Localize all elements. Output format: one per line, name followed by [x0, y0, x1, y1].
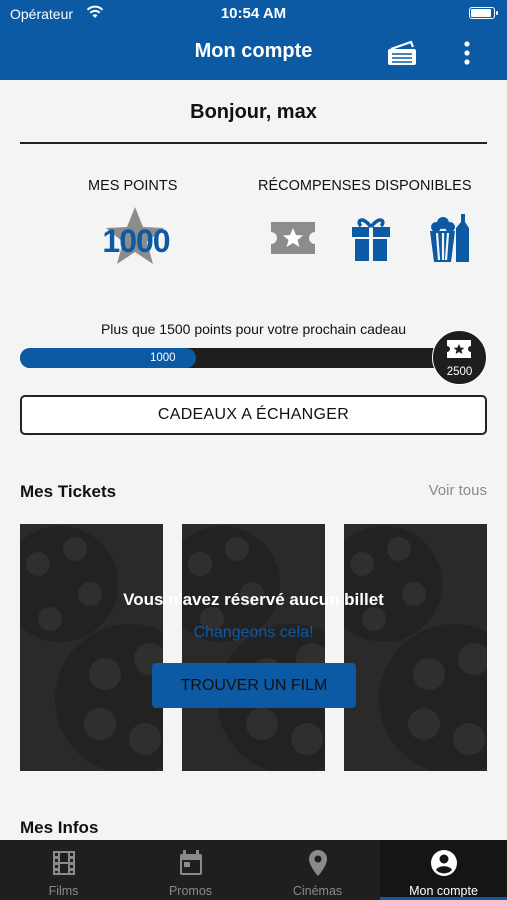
film-reel-background	[182, 526, 325, 771]
battery-icon	[469, 7, 498, 19]
points-value: 1000	[102, 223, 170, 259]
no-tickets-subtitle: Changeons cela!	[193, 624, 314, 641]
infos-section-title: Mes Infos	[20, 818, 99, 837]
status-time: 10:54 AM	[220, 5, 287, 22]
ticket-placeholder-card	[20, 524, 163, 771]
tab-label: Promos	[168, 884, 213, 898]
find-film-button[interactable]: TROUVER UN FILM	[152, 663, 356, 708]
progress-caption: Plus que 1500 points pour votre prochain…	[100, 321, 407, 337]
rewards-label: RÉCOMPENSES DISPONIBLES	[258, 178, 472, 194]
exchange-gifts-button[interactable]: CADEAUX A ÉCHANGER	[20, 395, 487, 435]
tab-label: Films	[48, 884, 79, 898]
tab-promos[interactable]: Promos	[127, 840, 254, 900]
tab-label: Mon compte	[409, 884, 478, 898]
tab-cinemas[interactable]: Cinémas	[254, 840, 381, 900]
film-icon	[52, 851, 75, 875]
tickets-icon[interactable]	[387, 40, 417, 66]
film-reel-background	[344, 526, 487, 771]
points-label: MES POINTS	[88, 178, 178, 194]
ticket-goal-icon	[447, 340, 471, 358]
app-header: Opérateur 10:54 AM Mon compte	[0, 0, 507, 80]
bottom-tab-bar: Films Promos Cinémas Mon compte	[0, 840, 507, 900]
page-title: Mon compte	[194, 40, 313, 62]
progress-current-value: 1000	[150, 352, 176, 364]
greeting-text: Bonjour, max	[190, 101, 317, 123]
ticket-placeholder-card	[344, 524, 487, 771]
no-tickets-message: Vous n'avez réservé aucun billet	[123, 590, 384, 609]
ticket-reward-icon[interactable]	[268, 218, 318, 258]
ticket-placeholder-card	[182, 524, 325, 771]
location-pin-icon	[308, 850, 327, 876]
film-reel-background	[20, 526, 163, 771]
tab-mon-compte[interactable]: Mon compte	[380, 840, 507, 900]
tab-label: Cinémas	[292, 884, 343, 898]
more-options-icon[interactable]	[457, 40, 477, 66]
progress-goal-value: 2500	[446, 366, 473, 378]
see-all-link[interactable]: Voir tous	[429, 482, 487, 499]
points-progress-bar	[20, 348, 460, 368]
tab-films[interactable]: Films	[0, 840, 127, 900]
status-bar: Opérateur 10:54 AM	[0, 0, 507, 30]
tickets-section-title: Mes Tickets	[20, 482, 117, 501]
calendar-icon	[179, 850, 202, 875]
account-icon	[430, 850, 457, 876]
popcorn-drink-icon[interactable]	[428, 212, 470, 264]
divider	[20, 142, 487, 144]
gift-icon[interactable]	[350, 213, 392, 263]
